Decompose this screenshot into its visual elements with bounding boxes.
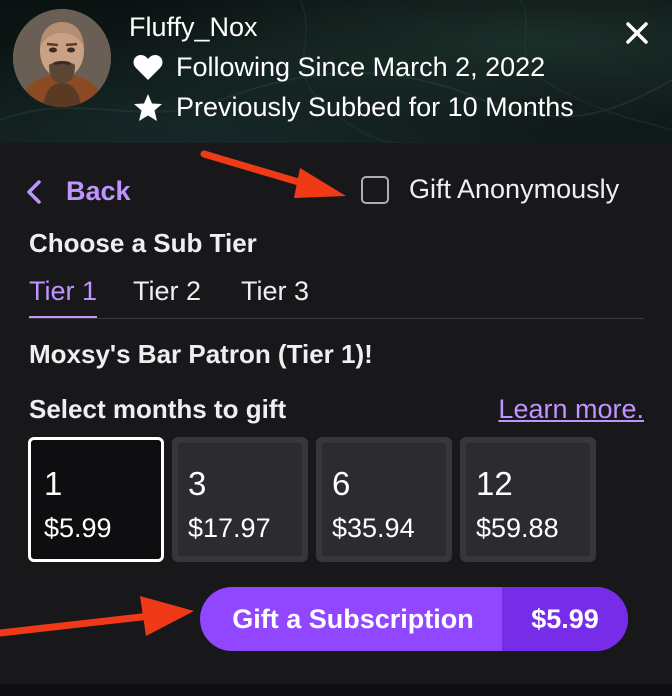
month-count: 3 (188, 465, 207, 502)
tab-tier-2[interactable]: Tier 2 (133, 276, 201, 317)
gift-subscription-button[interactable]: Gift a Subscription $5.99 (200, 587, 628, 651)
month-price: $35.94 (332, 513, 415, 543)
month-count: 1 (44, 465, 63, 502)
tab-tier-1[interactable]: Tier 1 (29, 276, 98, 318)
month-price: $17.97 (188, 513, 271, 543)
gift-anonymously-checkbox[interactable] (361, 175, 389, 204)
following-since-row: Following Since March 2, 2022 (132, 52, 545, 83)
profile-header: Fluffy_Nox Following Since March 2, 2022… (0, 0, 672, 143)
following-since-text: Following Since March 2, 2022 (176, 52, 546, 82)
learn-more-link[interactable]: Learn more. (498, 394, 644, 425)
footer-strip (0, 684, 672, 696)
selected-tier-name: Moxsy's Bar Patron (Tier 1)! (29, 339, 373, 369)
month-option-3[interactable]: 3 $17.97 (172, 437, 308, 562)
close-button[interactable] (622, 18, 652, 48)
close-icon (626, 22, 648, 44)
tier-tabs: Tier 1 Tier 2 Tier 3 (29, 276, 644, 319)
avatar (13, 9, 111, 107)
month-price: $5.99 (44, 513, 112, 543)
month-option-6[interactable]: 6 $35.94 (316, 437, 452, 562)
gift-subscription-label: Gift a Subscription (232, 603, 474, 634)
month-count: 12 (476, 465, 513, 502)
choose-tier-title: Choose a Sub Tier (29, 228, 257, 258)
tab-tier-3[interactable]: Tier 3 (241, 276, 309, 317)
month-count: 6 (332, 465, 351, 502)
chevron-left-icon (26, 179, 42, 204)
star-icon (132, 93, 164, 123)
select-months-label: Select months to gift (29, 394, 287, 424)
back-label: Back (66, 176, 131, 206)
month-option-12[interactable]: 12 $59.88 (460, 437, 596, 562)
gift-anonymously-toggle[interactable]: Gift Anonymously (361, 174, 619, 205)
month-price: $59.88 (476, 513, 559, 543)
avatar-portrait (13, 9, 111, 107)
gift-subscription-price: $5.99 (502, 587, 628, 651)
username: Fluffy_Nox (129, 12, 258, 42)
month-option-1[interactable]: 1 $5.99 (28, 437, 164, 562)
heart-icon (132, 53, 164, 83)
back-button[interactable]: Back (26, 176, 131, 207)
subbed-months-text: Previously Subbed for 10 Months (176, 92, 574, 122)
gift-anonymously-label: Gift Anonymously (409, 174, 620, 204)
subbed-months-row: Previously Subbed for 10 Months (132, 92, 574, 123)
